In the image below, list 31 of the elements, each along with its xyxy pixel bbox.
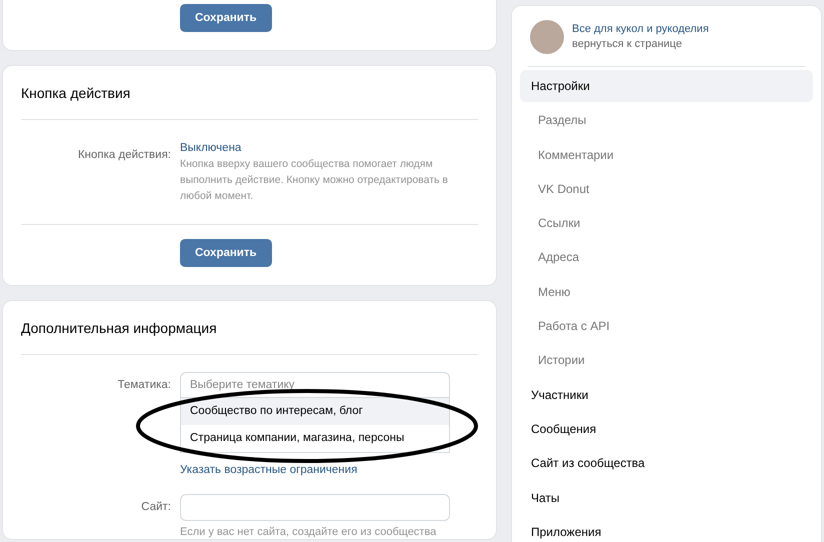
save-button[interactable]: Сохранить xyxy=(180,4,272,32)
sidebar-subitem[interactable]: Адреса xyxy=(520,241,813,274)
hint-text: Если у вас нет сайта, создайте его из сообщества xyxy=(180,525,438,539)
sidebar-subitem[interactable]: Комментарии xyxy=(520,138,813,171)
community-name-link[interactable]: Все для кукол и рукоделия xyxy=(572,22,709,37)
sidebar-item[interactable]: Приложения xyxy=(520,516,813,542)
hint-text: Кнопка вверху вашего сообщества помогает людям выполнить действие. Кнопку можно отредактировать в любой момент. xyxy=(180,157,449,204)
back-link[interactable]: вернуться к странице xyxy=(572,37,709,52)
sidebar-subitem[interactable]: Разделы xyxy=(520,104,813,136)
sidebar-subitem[interactable]: Истории xyxy=(520,344,813,376)
age-restriction-link[interactable]: Указать возрастные ограничения xyxy=(180,464,478,476)
sidebar-item[interactable]: Участники xyxy=(520,378,813,411)
card-title: Дополнительная информация xyxy=(21,319,218,338)
save-button[interactable]: Сохранить xyxy=(180,239,272,267)
field-label: Кнопка действия: xyxy=(76,148,172,163)
dropdown-option[interactable]: Сообщество по интересам, блог xyxy=(181,398,449,425)
action-button-status[interactable]: Выключена xyxy=(180,142,478,154)
sidebar-subitem[interactable]: Ссылки xyxy=(520,207,813,240)
field-label: Сайт: xyxy=(140,500,172,515)
sidebar-subitem[interactable]: Меню xyxy=(520,276,813,308)
site-input[interactable] xyxy=(180,494,450,521)
sidebar-item[interactable]: Настройки xyxy=(520,70,813,102)
field-label: Тематика: xyxy=(116,378,172,393)
sidebar-subitem[interactable]: Работа с API xyxy=(520,310,813,342)
sidebar-item[interactable]: Сообщения xyxy=(520,412,813,445)
sidebar-item[interactable]: Сайт из сообщества xyxy=(520,447,813,480)
sidebar-item[interactable]: Чаты xyxy=(520,482,813,514)
sidebar-subitem[interactable]: VK Donut xyxy=(520,172,813,205)
dropdown-option[interactable]: Страница компании, магазина, персоны xyxy=(181,425,449,452)
card-title: Кнопка действия xyxy=(21,84,132,103)
avatar-placeholder xyxy=(530,20,564,54)
